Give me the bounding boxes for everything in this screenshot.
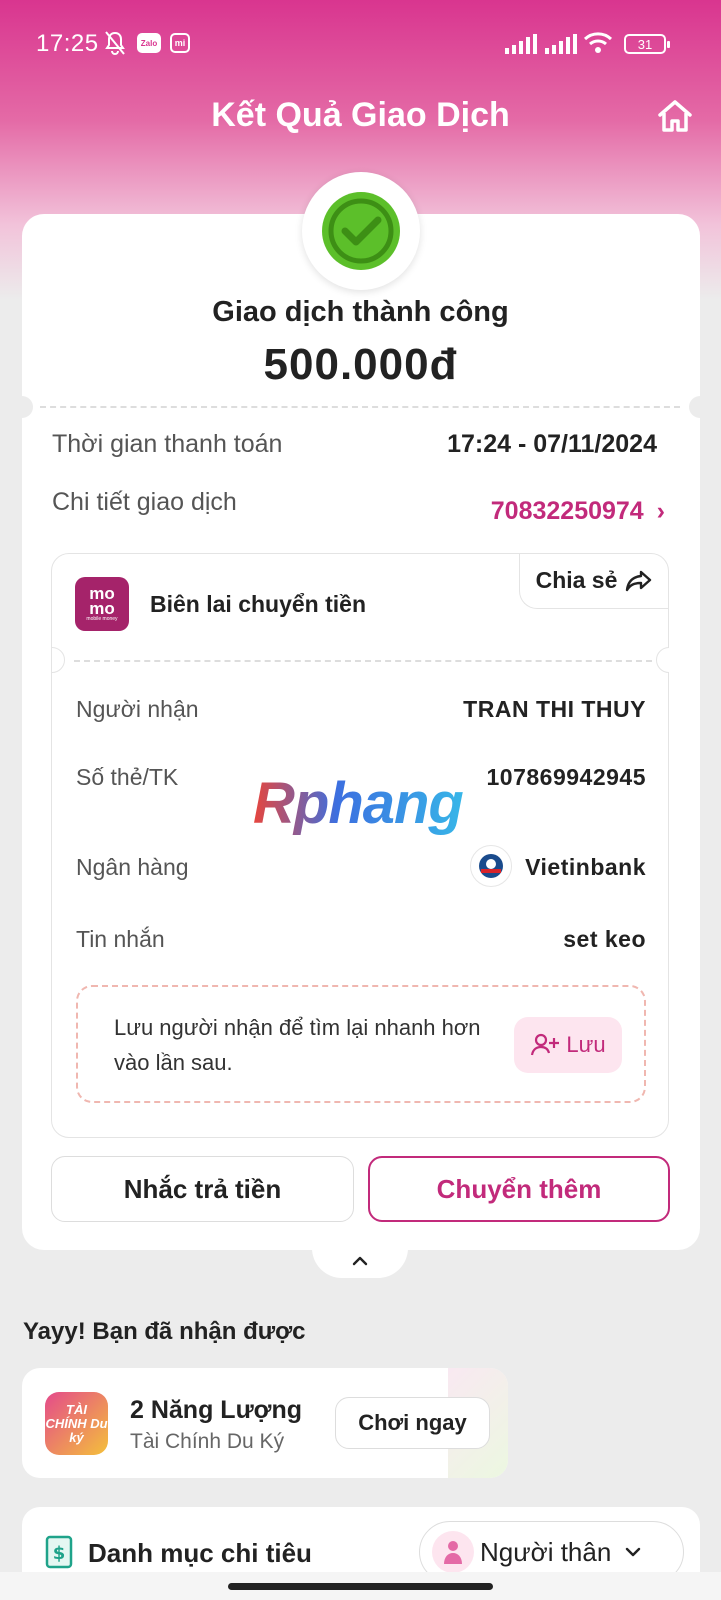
- transaction-id: 70832250974: [490, 497, 644, 525]
- reward-subtitle: Tài Chính Du Ký: [130, 1430, 285, 1453]
- svg-text:$: $: [53, 1543, 66, 1564]
- transaction-detail-label: Chi tiết giao dịch: [52, 488, 237, 516]
- share-arrow-icon: [626, 570, 652, 591]
- account-label: Số thẻ/TK: [76, 764, 179, 790]
- wifi-icon: [583, 32, 613, 53]
- reward-heading: Yayy! Bạn đã nhận được: [23, 1318, 306, 1345]
- battery-icon: 31: [624, 34, 670, 54]
- page-title: Kết Quả Giao Dịch: [211, 96, 510, 134]
- game-logo: TÀI CHÍNH Du ký: [45, 1392, 108, 1455]
- remind-payment-button[interactable]: Nhắc trả tiền: [51, 1156, 354, 1222]
- bank-value: Vietinbank: [525, 854, 646, 880]
- momo-logo: mo mo mobile money: [75, 577, 129, 631]
- chevron-down-icon: [626, 1547, 641, 1557]
- bell-muted-icon: [105, 31, 125, 55]
- receipt-title: Biên lai chuyển tiền: [150, 591, 366, 617]
- card-notch-right: [689, 396, 711, 418]
- collapse-toggle[interactable]: [312, 1244, 408, 1278]
- payment-time-label: Thời gian thanh toán: [52, 430, 283, 458]
- transaction-id-link[interactable]: 70832250974 ›: [491, 497, 665, 526]
- person-icon: [444, 1541, 462, 1564]
- transaction-amount: 500.000đ: [263, 340, 458, 389]
- check-circle-icon: [322, 192, 400, 270]
- message-label: Tin nhắn: [76, 926, 165, 952]
- message-value: set keo: [563, 926, 646, 952]
- card-notch-left: [11, 396, 33, 418]
- save-button-label: Lưu: [566, 1032, 606, 1057]
- recipient-value: TRAN THI THUY: [463, 696, 646, 722]
- status-time: 17:25: [36, 30, 99, 57]
- card-divider: [40, 406, 680, 408]
- chevron-right-icon: ›: [656, 497, 665, 525]
- signal-icon: [545, 34, 577, 54]
- share-label: Chia sẻ: [535, 567, 618, 593]
- payment-time-value: 17:24 - 07/11/2024: [447, 430, 657, 458]
- bank-icon: [479, 854, 503, 878]
- category-selected: Người thân: [480, 1536, 612, 1567]
- watermark: Rphang: [253, 771, 464, 836]
- transaction-status: Giao dịch thành công: [212, 296, 509, 328]
- vietinbank-logo: [470, 845, 512, 887]
- spending-category-title: Danh mục chi tiêu: [88, 1538, 312, 1568]
- status-bar: 17:25 Zalo mi 31: [0, 0, 721, 90]
- chevron-up-icon: [352, 1256, 368, 1266]
- account-value: 107869942945: [486, 764, 646, 790]
- signal-icon: [505, 34, 537, 54]
- play-now-button[interactable]: Chơi ngay: [335, 1397, 490, 1449]
- home-icon[interactable]: [656, 98, 694, 134]
- receipt-dollar-icon: $: [45, 1535, 73, 1569]
- save-recipient-text: Lưu người nhận để tìm lại nhanh hơn vào …: [114, 1015, 481, 1075]
- reward-title: 2 Năng Lượng: [130, 1396, 302, 1424]
- momo-logo-subtext: mobile money: [86, 616, 118, 622]
- mi-icon: mi: [170, 33, 190, 53]
- bank-label: Ngân hàng: [76, 854, 189, 880]
- receipt-divider: [74, 660, 652, 662]
- zalo-icon: Zalo: [137, 33, 161, 53]
- add-user-icon: [531, 1033, 560, 1056]
- momo-logo-text-bottom: mo: [89, 599, 115, 618]
- family-icon: [432, 1531, 474, 1573]
- success-badge: [302, 172, 420, 290]
- recipient-label: Người nhận: [76, 696, 199, 722]
- transfer-more-button[interactable]: Chuyển thêm: [368, 1156, 670, 1222]
- share-button[interactable]: Chia sẻ: [519, 553, 669, 609]
- home-gesture-handle[interactable]: [228, 1583, 493, 1590]
- save-recipient-button[interactable]: Lưu: [514, 1017, 622, 1073]
